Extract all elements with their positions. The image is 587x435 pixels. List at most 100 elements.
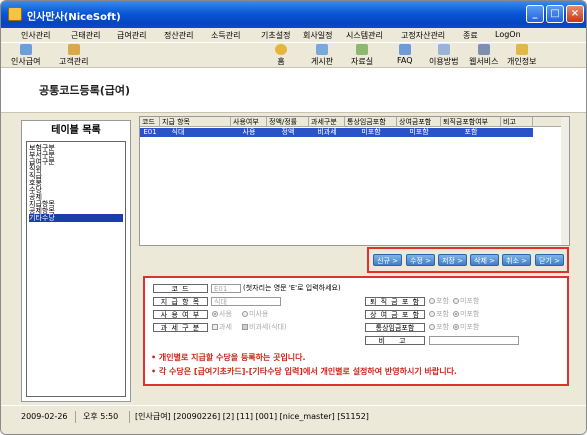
radio-icon <box>453 298 459 304</box>
toolbar-faq[interactable]: FAQ <box>397 44 413 65</box>
toolbar-web[interactable]: 웹서비스 <box>469 44 498 67</box>
grid-cell: 사용 <box>242 128 256 136</box>
menu-exit[interactable]: 종료 <box>463 30 478 41</box>
grid-col-header[interactable]: 지급 항목 <box>160 117 231 127</box>
archive-icon <box>356 44 369 55</box>
menu-attendance[interactable]: 근태관리 <box>71 30 100 41</box>
ordinary-wage-label: 통상임금포함 <box>365 323 425 332</box>
grid-cell: 비과세 <box>317 128 337 136</box>
grid-col-header[interactable]: 과세구분 <box>309 117 345 127</box>
bonus-option-exclude[interactable]: 미포함 <box>453 310 479 319</box>
toolbar: 인사급여 고객관리 홈 게시판 자료실 FAQ 이용방법 웹서비스 개인정보 <box>1 42 586 68</box>
grid-col-header[interactable]: 코드 <box>140 117 160 127</box>
page-header: 공통코드등록(급여) <box>1 68 586 113</box>
board-icon <box>316 44 329 55</box>
radio-icon <box>429 298 435 304</box>
menu-system[interactable]: 시스템관리 <box>346 30 383 41</box>
grid-cell: 식대 <box>171 128 185 136</box>
status-separator <box>75 411 76 423</box>
app-icon <box>8 7 22 21</box>
maximize-button[interactable]: □ <box>546 5 564 23</box>
grid-col-header[interactable]: 비고 <box>501 117 533 127</box>
home-icon <box>275 44 287 55</box>
retire-option-include[interactable]: 포함 <box>429 297 449 306</box>
note-line-1: • 개인별로 지급할 수당을 등록하는 곳입니다. <box>151 353 306 362</box>
item-input[interactable]: 식대 <box>211 297 281 306</box>
item-label: 지 급 항 목 <box>153 297 208 306</box>
window-title: 인사만사(NiceSoft) <box>27 12 121 23</box>
tax-option-exempt[interactable]: 비과세(식대) <box>242 323 287 332</box>
new-button[interactable]: 신규 > <box>373 254 402 266</box>
menu-bar: 인사관리 근태관리 급여관리 정산관리 소득관리 기초설정 회사일정 시스템관리… <box>1 28 586 42</box>
toolbar-guide[interactable]: 이용방법 <box>429 44 458 67</box>
menu-settlement[interactable]: 정산관리 <box>164 30 193 41</box>
grid-cell: 포함 <box>464 128 478 136</box>
bonus-option-include[interactable]: 포함 <box>429 310 449 319</box>
grid-cell: 정액 <box>281 128 295 136</box>
ordinary-option-exclude[interactable]: 미포함 <box>453 323 479 332</box>
radio-icon <box>453 311 459 317</box>
checkbox-icon <box>242 324 248 330</box>
title-bar: 인사만사(NiceSoft) _ □ × <box>1 1 586 28</box>
radio-icon <box>453 324 459 330</box>
delete-button[interactable]: 삭제 > <box>470 254 499 266</box>
web-icon <box>477 44 490 55</box>
memo-input[interactable] <box>429 336 519 345</box>
menu-payroll[interactable]: 급여관리 <box>117 30 146 41</box>
grid-col-header[interactable]: 상여금포함 <box>397 117 441 127</box>
radio-icon <box>429 311 435 317</box>
grid-col-header[interactable]: 퇴직금포함여부 <box>441 117 501 127</box>
grid-cell: 미포함 <box>361 128 381 136</box>
bonus-label: 상 여 금 포 함 <box>365 310 425 319</box>
note-line-2: • 각 수당은 [급여기초카드]-[기타수당 입력]에서 개인별로 설정하여 반… <box>151 367 457 376</box>
menu-logon[interactable]: LogOn <box>495 30 521 39</box>
retire-option-exclude[interactable]: 미포함 <box>453 297 479 306</box>
toolbar-profile[interactable]: 개인정보 <box>507 44 536 67</box>
table-list[interactable]: 보험구분 부서구분 급여구분 직위 직급 호봉 수당 공제 지급항목 공제항목 … <box>26 141 126 397</box>
toolbar-board[interactable]: 게시판 <box>311 44 333 67</box>
table-list-title: 테이블 목록 <box>51 125 101 136</box>
menu-income[interactable]: 소득관리 <box>211 30 240 41</box>
toolbar-customer[interactable]: 고객관리 <box>59 44 88 67</box>
retire-label: 퇴 직 금 포 함 <box>365 297 425 306</box>
ordinary-option-include[interactable]: 포함 <box>429 323 449 332</box>
toolbar-home[interactable]: 홈 <box>275 44 287 67</box>
guide-icon <box>437 44 450 55</box>
code-input[interactable]: E01 <box>211 284 241 293</box>
grid-col-header[interactable]: 사용여부 <box>231 117 267 127</box>
memo-label: 비 고 <box>365 336 425 345</box>
status-time: 오후 5:50 <box>83 412 119 421</box>
use-option-yes[interactable]: 사용 <box>212 310 232 319</box>
tax-label: 과 세 구 분 <box>153 323 208 332</box>
menu-hr[interactable]: 인사관리 <box>21 30 50 41</box>
use-option-no[interactable]: 미사용 <box>242 310 268 319</box>
grid-col-header[interactable]: 통상임금포함 <box>345 117 397 127</box>
minimize-button[interactable]: _ <box>526 5 544 23</box>
radio-icon <box>242 311 248 317</box>
grid-scrollbar[interactable] <box>561 117 569 245</box>
cancel-button[interactable]: 취소 > <box>502 254 531 266</box>
menu-base-settings[interactable]: 기초설정 <box>261 30 290 41</box>
close-form-button[interactable]: 닫기 > <box>535 254 564 266</box>
radio-icon <box>429 324 435 330</box>
grid-col-header[interactable]: 정액/정률 <box>267 117 309 127</box>
main-content: 테이블 목록 보험구분 부서구분 급여구분 직위 직급 호봉 수당 공제 지급항… <box>1 113 586 405</box>
edit-button[interactable]: 수정 > <box>406 254 435 266</box>
list-item-selected[interactable]: 기타수당 <box>29 214 123 222</box>
menu-schedule[interactable]: 회사일정 <box>303 30 332 41</box>
status-separator <box>129 411 130 423</box>
payroll-icon <box>19 44 32 55</box>
page-title: 공통코드등록(급여) <box>39 84 131 97</box>
use-label: 사 용 여 부 <box>153 310 208 319</box>
save-button[interactable]: 저장 > <box>438 254 467 266</box>
grid-cell: 미포함 <box>409 128 429 136</box>
menu-fixed-assets[interactable]: 고정자산관리 <box>401 30 445 41</box>
toolbar-archive[interactable]: 자료실 <box>351 44 373 67</box>
close-button[interactable]: × <box>566 5 584 23</box>
toolbar-payroll[interactable]: 인사급여 <box>11 44 40 67</box>
table-row[interactable]: E01 식대 사용 정액 비과세 미포함 미포함 포함 <box>140 128 533 137</box>
code-form: 코 드 E01 (첫자리는 영문 'E'로 입력하세요) 지 급 항 목 식대 … <box>143 276 569 386</box>
table-list-panel: 테이블 목록 보험구분 부서구분 급여구분 직위 직급 호봉 수당 공제 지급항… <box>21 120 131 402</box>
key-icon <box>515 44 528 55</box>
tax-option-taxable[interactable]: 과세 <box>212 323 232 332</box>
